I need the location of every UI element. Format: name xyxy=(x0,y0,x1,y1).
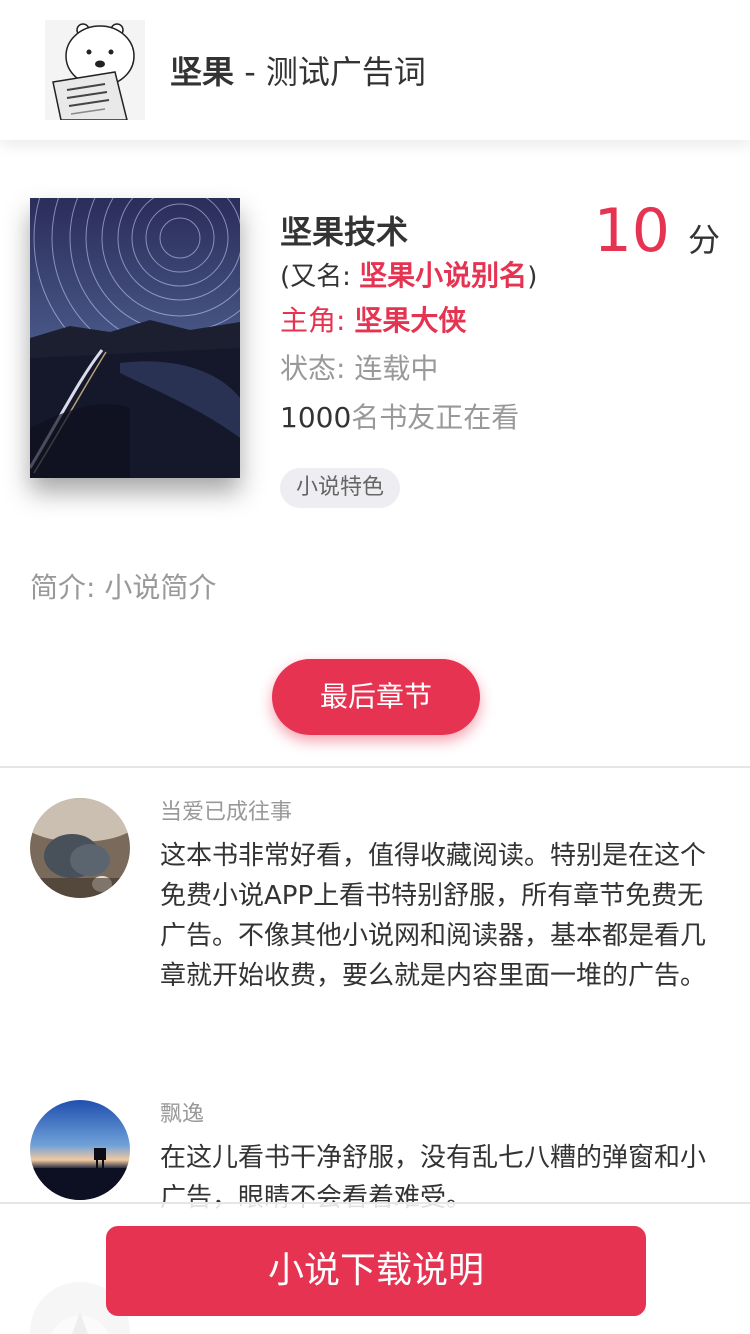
comment-author: 当爱已成往事 xyxy=(160,800,293,825)
header-separator: - xyxy=(234,53,266,91)
avatar-image xyxy=(30,1100,130,1200)
avatar-image xyxy=(30,798,130,898)
app-header: 坚果 - 测试广告词 xyxy=(0,0,750,140)
download-instructions-button[interactable]: 小说下载说明 xyxy=(106,1226,646,1316)
polar-bear-logo-icon xyxy=(45,20,145,120)
section-divider xyxy=(0,766,750,768)
score-value: 10 xyxy=(593,196,670,266)
bottom-bar: 小说下载说明 xyxy=(0,1202,750,1334)
book-tag[interactable]: 小说特色 xyxy=(280,468,401,508)
book-status: 状态: 连载中 xyxy=(280,352,439,385)
comment-text: 这本书非常好看，值得收藏阅读。特别是在这个免费小说APP上看书特别舒服，所有章节… xyxy=(160,841,707,991)
page: 坚果 - 测试广告词 坚果技术 10 分 (又名: 坚果小说别名) 主角: 坚果… xyxy=(0,0,750,1334)
protagonist-label: 主角: xyxy=(280,304,355,337)
protagonist-name: 坚果大侠 xyxy=(354,304,467,337)
last-chapter-button[interactable]: 最后章节 xyxy=(272,659,480,735)
alias-name: 坚果小说别名 xyxy=(359,259,528,292)
book-score: 10 分 xyxy=(594,196,720,266)
score-unit: 分 xyxy=(687,221,720,259)
readers-suffix: 名书友正在看 xyxy=(351,401,520,434)
app-logo xyxy=(45,20,145,120)
header-title: 坚果 - 测试广告词 xyxy=(170,52,426,92)
book-title: 坚果技术 xyxy=(280,213,409,251)
avatar[interactable] xyxy=(30,1100,130,1200)
comment-item: 当爱已成往事 这本书非常好看，值得收藏阅读。特别是在这个免费小说APP上看书特别… xyxy=(0,798,750,1058)
book-alias: (又名: 坚果小说别名) xyxy=(280,258,537,295)
book-cover-image xyxy=(30,198,240,478)
readers-count: 1000 xyxy=(280,401,352,434)
header-slogan: 测试广告词 xyxy=(265,53,426,91)
book-cover[interactable] xyxy=(30,198,240,478)
alias-prefix: (又名: xyxy=(280,262,360,292)
app-name: 坚果 xyxy=(170,53,235,91)
book-readers: 1000名书友正在看 xyxy=(280,399,519,437)
comment-author: 飘逸 xyxy=(160,1102,205,1127)
book-intro: 简介: 小说简介 xyxy=(30,571,217,604)
alias-suffix: ) xyxy=(527,262,538,292)
avatar[interactable] xyxy=(30,798,130,898)
book-protagonist: 主角: 坚果大侠 xyxy=(280,302,466,340)
